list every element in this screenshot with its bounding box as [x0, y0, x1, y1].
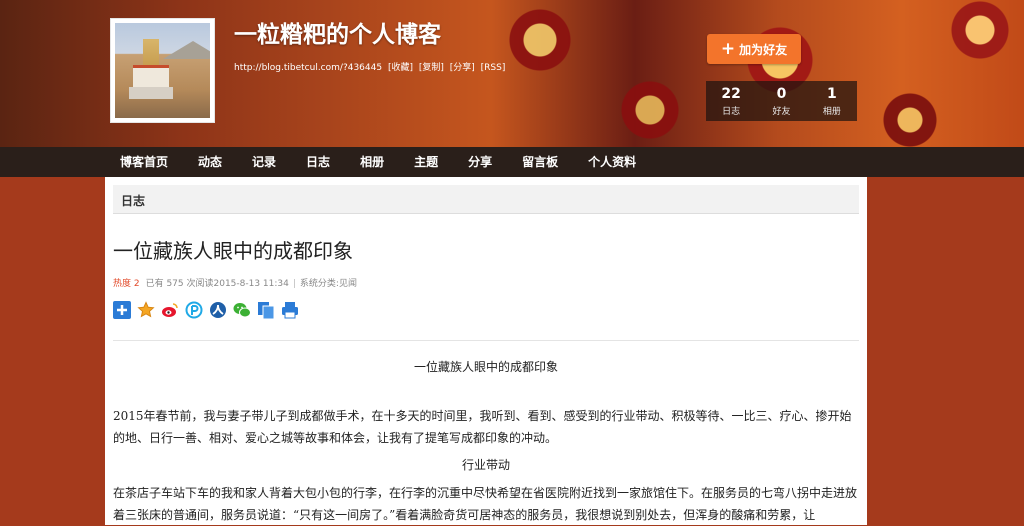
stat-friends-value: 0 [776, 86, 787, 102]
section-header: 日志 [113, 185, 859, 214]
rss-link[interactable]: [RSS] [481, 63, 506, 73]
blog-url-line: http://blog.tibetcul.com/?436445 [收藏] [复… [234, 60, 508, 73]
stat-logs-value: 22 [721, 86, 741, 102]
blog-url[interactable]: http://blog.tibetcul.com/?436445 [234, 63, 382, 73]
stat-albums-label: 相册 [822, 107, 841, 117]
stat-friends[interactable]: 0 好友 [756, 81, 806, 121]
nav-item-records[interactable]: 记录 [252, 147, 276, 177]
content-divider [113, 340, 859, 341]
stat-friends-label: 好友 [772, 107, 791, 117]
nav-item-logs[interactable]: 日志 [306, 147, 330, 177]
main-content: 日志 一位藏族人眼中的成都印象 热度 2 已有 575 次阅读2015-8-13 … [105, 177, 867, 525]
plus-icon: + [720, 39, 736, 59]
nav-item-share[interactable]: 分享 [468, 147, 492, 177]
nav-item-home[interactable]: 博客首页 [120, 147, 168, 177]
section-title: 日志 [121, 194, 146, 208]
nav-item-albums[interactable]: 相册 [360, 147, 384, 177]
blog-title[interactable]: 一粒糌粑的个人博客 [234, 15, 441, 49]
article-subheading: 行业带动 [461, 458, 510, 472]
pengyou-icon[interactable] [185, 301, 203, 319]
weibo-icon[interactable] [161, 301, 179, 319]
add-share-icon[interactable] [113, 301, 131, 319]
bookmark-link[interactable]: [收藏] [388, 63, 413, 73]
share-link[interactable]: [分享] [450, 63, 475, 73]
article-heading: 一位藏族人眼中的成都印象 [413, 360, 558, 374]
meta-separator: | [292, 279, 296, 289]
stat-logs[interactable]: 22 日志 [706, 81, 756, 121]
stat-albums-value: 1 [826, 86, 837, 102]
blog-stats: 22 日志 0 好友 1 相册 [706, 81, 857, 121]
post-reads-date: 已有 575 次阅读2015-8-13 11:34 [145, 279, 289, 289]
copy-icon[interactable] [257, 301, 275, 319]
post-category[interactable]: 系统分类:见闻 [300, 279, 357, 289]
wechat-icon[interactable] [233, 301, 251, 319]
avatar-mountain [163, 41, 210, 59]
stat-albums[interactable]: 1 相册 [807, 81, 857, 121]
add-friend-label: 加为好友 [739, 42, 788, 57]
avatar-image [115, 23, 210, 118]
copy-link[interactable]: [复制] [419, 63, 444, 73]
avatar-stupa [129, 39, 173, 99]
post-meta: 热度 2 已有 575 次阅读2015-8-13 11:34 | 系统分类:见闻 [113, 276, 357, 289]
nav-item-guestbook[interactable]: 留言板 [522, 147, 558, 177]
main-nav: 博客首页 动态 记录 日志 相册 主题 分享 留言板 个人资料 [0, 147, 1024, 177]
share-toolbar [113, 301, 305, 319]
favorite-star-icon[interactable] [137, 301, 155, 319]
post-title: 一位藏族人眼中的成都印象 [113, 239, 353, 263]
renren-icon[interactable] [209, 301, 227, 319]
stat-logs-label: 日志 [722, 107, 741, 117]
header-banner-pattern [480, 0, 1024, 147]
article-paragraph-1: 2015年春节前，我与妻子带儿子到成都做手术，在十多天的时间里，我听到、看到、感… [113, 409, 852, 445]
hot-badge: 热度 2 [113, 279, 140, 289]
nav-item-topics[interactable]: 主题 [414, 147, 438, 177]
blog-avatar[interactable] [111, 19, 214, 122]
blog-header: 一粒糌粑的个人博客 http://blog.tibetcul.com/?4364… [0, 0, 1024, 147]
add-friend-button[interactable]: + 加为好友 [707, 34, 801, 64]
nav-item-feed[interactable]: 动态 [198, 147, 222, 177]
nav-item-profile[interactable]: 个人资料 [588, 147, 636, 177]
article-paragraph-2: 在茶店子车站下车的我和家人背着大包小包的行李，在行李的沉重中尽快希望在省医院附近… [113, 486, 858, 522]
print-icon[interactable] [281, 301, 299, 319]
